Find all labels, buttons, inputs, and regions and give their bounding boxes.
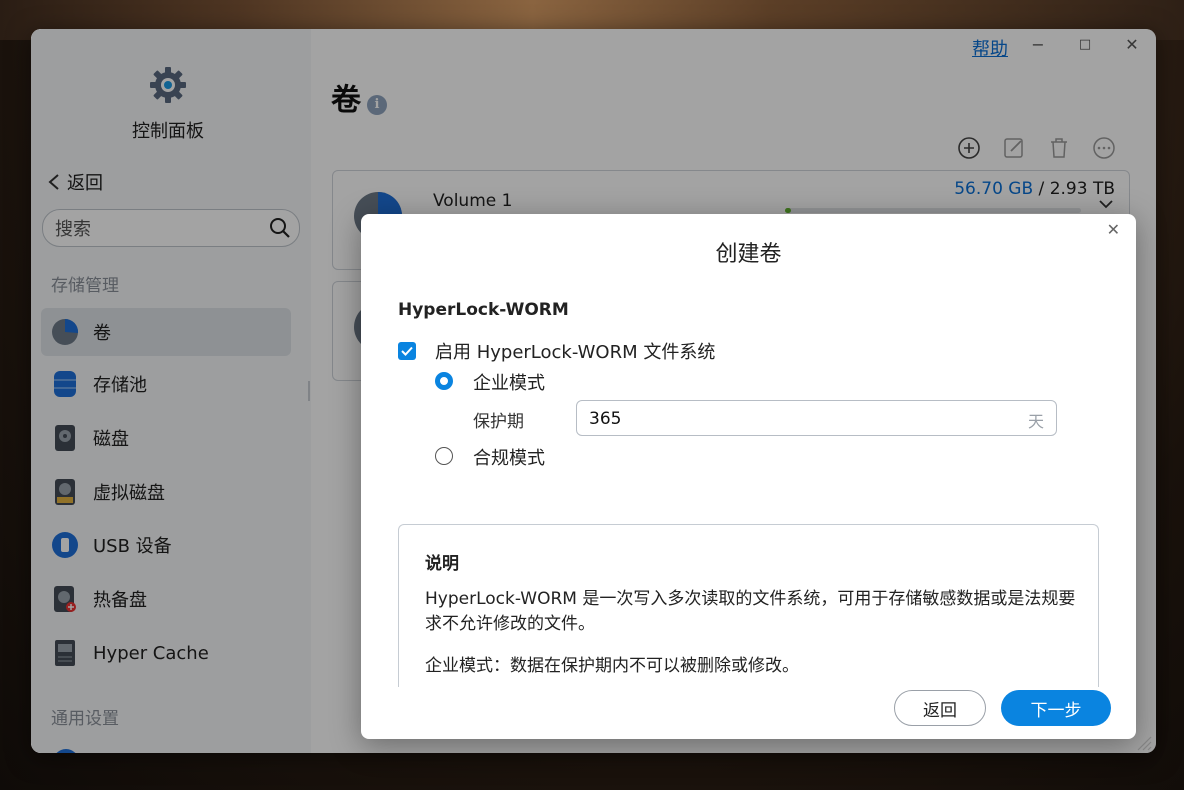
enterprise-mode-radio[interactable]: [435, 372, 453, 390]
description-paragraph: HyperLock-WORM 是一次写入多次读取的文件系统，可用于存储敏感数据或…: [425, 589, 1076, 634]
back-button[interactable]: 返回: [894, 690, 986, 726]
description-title: 说明: [425, 554, 459, 574]
protection-period-label: 保护期: [473, 412, 524, 432]
resize-grip-icon[interactable]: [1134, 733, 1152, 751]
description-enterprise-mode: 企业模式：数据在保护期内不可以被删除或修改。: [425, 656, 799, 676]
create-volume-dialog: 创建卷 ✕ HyperLock-WORM 启用 HyperLock-WORM 文…: [361, 214, 1136, 739]
protection-period-input[interactable]: [587, 406, 991, 432]
checkmark-icon: [401, 346, 413, 356]
next-button[interactable]: 下一步: [1001, 690, 1111, 726]
enable-worm-checkbox[interactable]: [398, 342, 416, 360]
enable-worm-label: 启用 HyperLock-WORM 文件系统: [435, 342, 716, 363]
dialog-close-icon[interactable]: ✕: [1107, 220, 1120, 239]
dialog-title: 创建卷: [715, 242, 782, 267]
enterprise-mode-label: 企业模式: [473, 373, 545, 394]
dialog-section-title: HyperLock-WORM: [398, 300, 569, 320]
protection-period-field: 天: [576, 400, 1057, 436]
description-box: 说明 HyperLock-WORM 是一次写入多次读取的文件系统，可用于存储敏感…: [398, 524, 1099, 687]
protection-period-unit: 天: [1027, 412, 1044, 431]
compliance-mode-label: 合规模式: [473, 448, 545, 469]
compliance-mode-radio[interactable]: [435, 447, 453, 465]
